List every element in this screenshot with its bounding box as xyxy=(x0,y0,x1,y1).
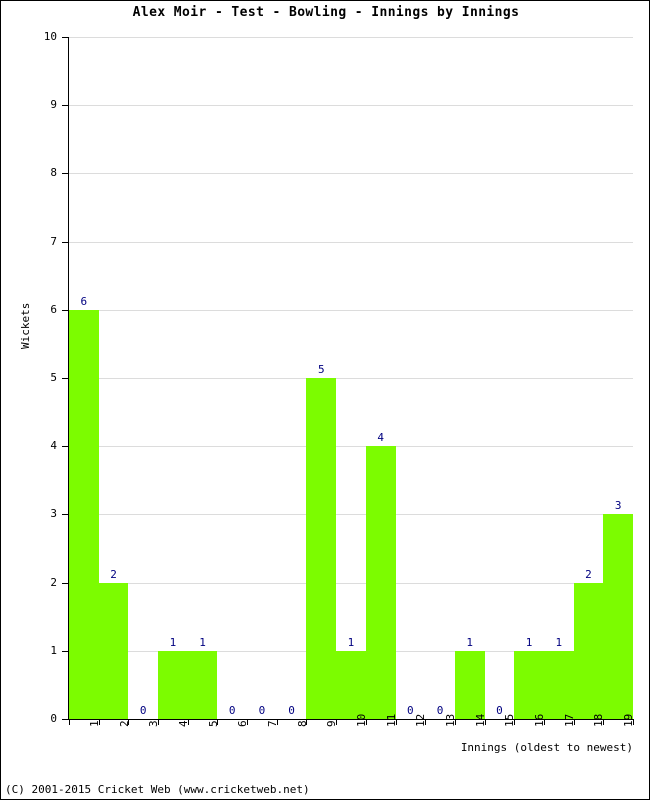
bar-value-label: 1 xyxy=(169,635,177,649)
gridline xyxy=(69,378,633,379)
bar xyxy=(365,446,396,719)
bar xyxy=(573,582,604,719)
bowling-innings-chart: Alex Moir - Test - Bowling - Innings by … xyxy=(0,0,650,800)
gridline xyxy=(69,514,633,516)
y-axis-tick-label: 4 xyxy=(50,439,57,453)
x-axis-tick-label: 3 xyxy=(147,720,161,727)
bar xyxy=(603,514,633,719)
x-axis-tick-label: 2 xyxy=(117,720,131,727)
x-axis-tick-label: 19 xyxy=(622,713,636,727)
y-axis-tick xyxy=(62,446,68,448)
chart-title: Alex Moir - Test - Bowling - Innings by … xyxy=(132,5,520,20)
gridline xyxy=(69,37,633,38)
bar-value-label: 2 xyxy=(585,567,592,581)
x-axis-tick-label: 13 xyxy=(444,713,458,727)
bar xyxy=(69,309,99,719)
y-axis-tick xyxy=(62,650,68,652)
bar xyxy=(158,650,188,719)
bar-value-label: 0 xyxy=(288,704,295,717)
bar xyxy=(514,650,544,719)
plot-area: 6201100051400101123 xyxy=(69,37,633,719)
bar-value-label: 3 xyxy=(614,499,622,513)
gridline xyxy=(69,241,633,243)
copyright-footer: (C) 2001-2015 Cricket Web (www.cricketwe… xyxy=(5,783,310,796)
gridline xyxy=(69,582,633,584)
x-axis-tick-label: 9 xyxy=(325,720,339,727)
bar-value-label: 5 xyxy=(317,363,325,376)
bar-value-label: 1 xyxy=(199,635,206,649)
bar-value-label: 1 xyxy=(347,635,355,649)
bar-value-label: 1 xyxy=(525,635,533,649)
y-axis-tick xyxy=(62,378,68,379)
bar xyxy=(98,582,129,719)
bar-value-label: 0 xyxy=(139,704,147,717)
gridline xyxy=(69,309,633,311)
gridline xyxy=(69,173,633,175)
bar xyxy=(187,650,218,719)
bar-value-label: 0 xyxy=(258,704,266,717)
bar xyxy=(336,650,366,719)
x-axis-tick-label: 11 xyxy=(384,713,398,727)
y-axis-tick-label: 9 xyxy=(50,98,57,112)
y-axis-tick-label: 5 xyxy=(50,371,57,384)
y-axis-tick-label: 10 xyxy=(43,30,57,43)
y-axis-tick-label: 1 xyxy=(50,643,57,657)
y-axis-tick xyxy=(62,514,68,516)
bar-value-label: 2 xyxy=(110,567,117,581)
bar-value-label: 6 xyxy=(80,294,88,308)
x-axis-tick-label: 12 xyxy=(414,713,428,727)
gridline xyxy=(69,105,633,107)
bar xyxy=(454,650,485,719)
y-axis-tick xyxy=(62,37,68,38)
x-axis-title: Innings (oldest to newest) xyxy=(460,741,633,754)
x-axis-tick-label: 5 xyxy=(206,720,220,727)
x-axis-tick-label: 1 xyxy=(87,720,101,727)
x-axis-tick-label: 18 xyxy=(592,713,606,727)
bar xyxy=(306,378,337,719)
x-axis-tick-label: 17 xyxy=(562,713,576,727)
y-axis-tick xyxy=(62,173,68,175)
x-axis-tick-label: 10 xyxy=(355,713,368,727)
y-axis-tick-label: 2 xyxy=(50,575,57,589)
bar-value-label: 0 xyxy=(228,704,236,717)
y-axis-tick xyxy=(62,241,68,243)
bar-value-label: 1 xyxy=(555,635,563,649)
x-axis-tick xyxy=(69,720,70,725)
x-axis-tick-label: 8 xyxy=(295,720,309,727)
bar-value-label: 4 xyxy=(377,431,384,445)
y-axis-tick xyxy=(62,105,68,107)
y-axis-line xyxy=(68,37,69,720)
y-axis-tick-label: 7 xyxy=(50,234,57,248)
x-axis-tick-label: 6 xyxy=(236,720,250,727)
y-axis-tick xyxy=(62,719,68,720)
x-axis-tick-label: 15 xyxy=(503,713,517,727)
y-axis-tick xyxy=(62,309,68,311)
y-axis-tick-label: 8 xyxy=(50,166,57,180)
bar-value-label: 1 xyxy=(466,635,474,649)
y-axis-tick-label: 3 xyxy=(50,507,57,521)
x-axis-tick-label: 14 xyxy=(473,713,487,727)
x-axis-tick-label: 16 xyxy=(533,713,547,727)
y-axis-tick xyxy=(62,582,68,584)
gridline xyxy=(69,446,633,448)
y-axis-tick-label: 6 xyxy=(50,302,57,316)
y-axis-tick-label: 0 xyxy=(50,712,57,725)
x-axis-tick-label: 7 xyxy=(265,720,279,727)
bar xyxy=(543,650,574,719)
x-axis-tick-label: 4 xyxy=(176,720,190,727)
